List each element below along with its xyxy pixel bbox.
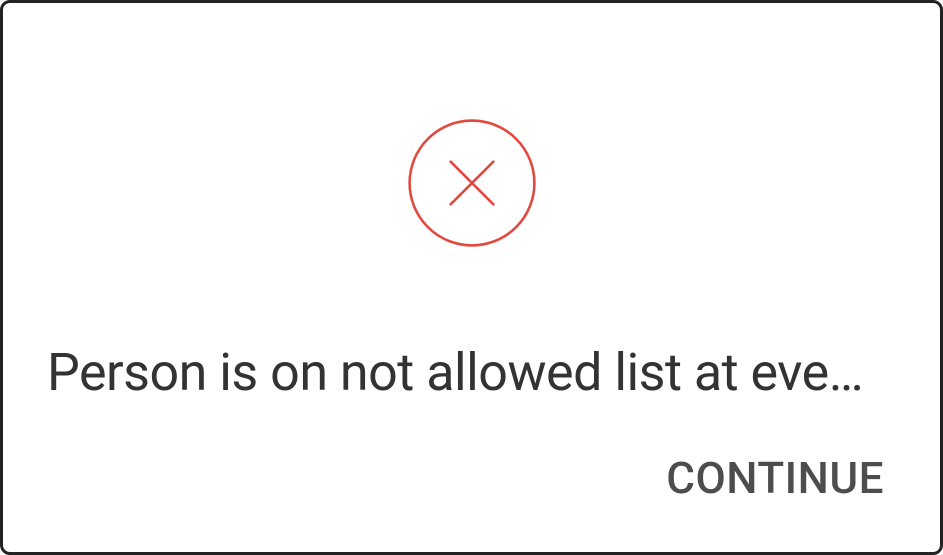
continue-button[interactable]: CONTINUE <box>662 444 888 512</box>
error-message: Person is on not allowed list at eve… <box>3 343 940 403</box>
icon-container <box>3 118 940 248</box>
dialog-actions: CONTINUE <box>662 444 888 512</box>
error-dialog: Person is on not allowed list at eve… CO… <box>3 3 940 552</box>
error-x-icon <box>407 118 537 248</box>
